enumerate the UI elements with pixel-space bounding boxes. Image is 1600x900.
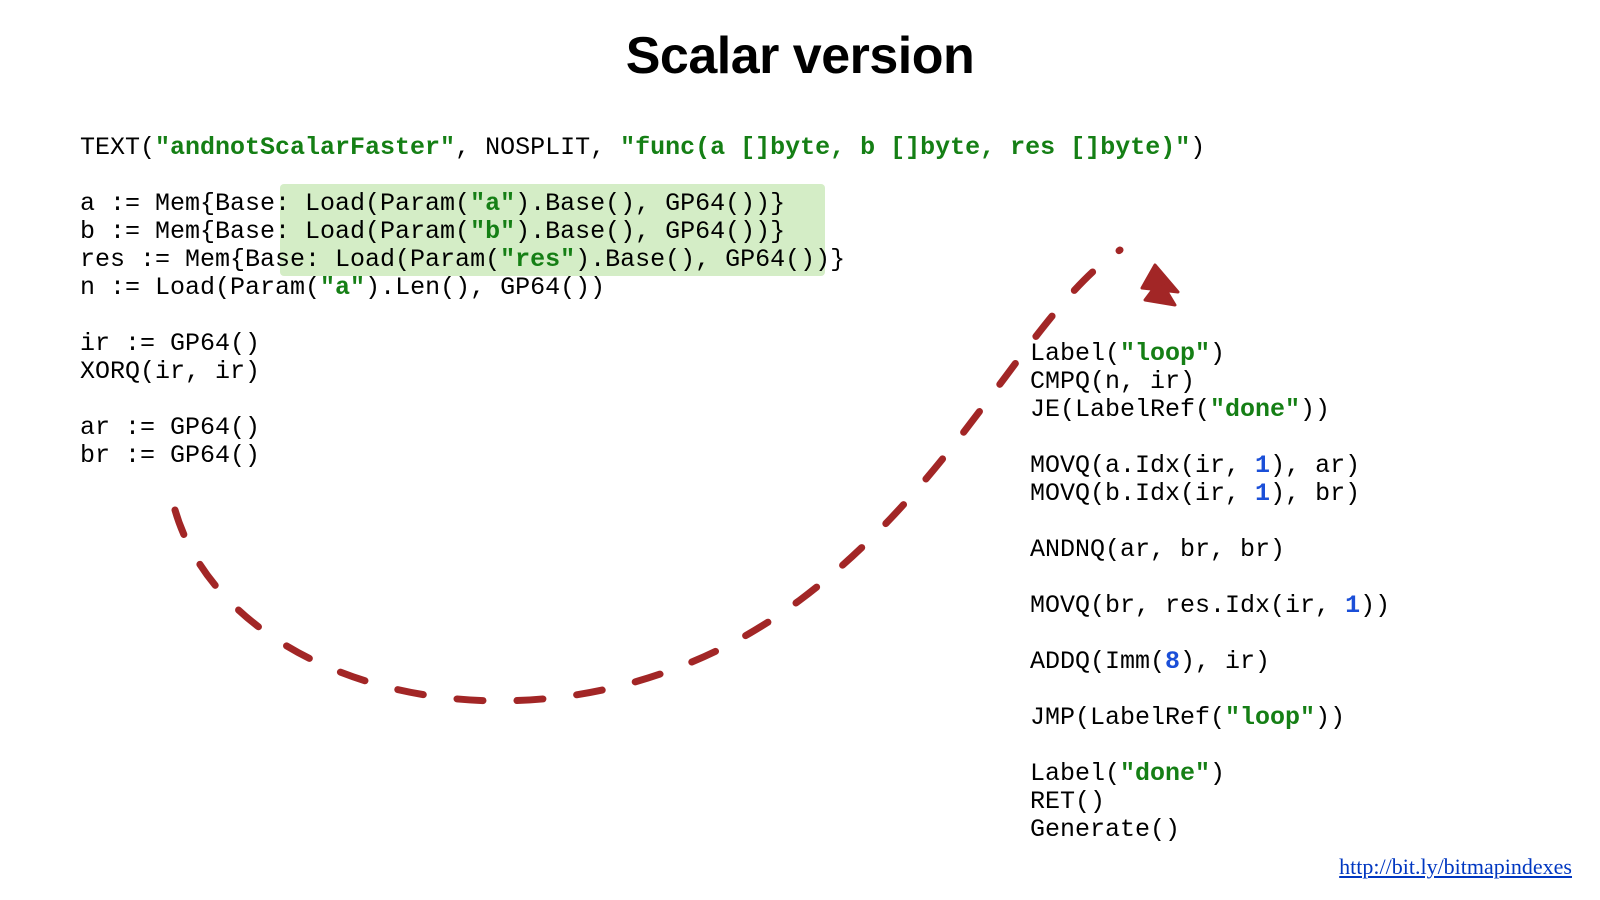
code-block-right: Label("loop") CMPQ(n, ir) JE(LabelRef("d…: [1030, 340, 1390, 844]
footer-link[interactable]: http://bit.ly/bitmapindexes: [1339, 854, 1572, 880]
slide-title: Scalar version: [0, 26, 1600, 86]
slide: Scalar version TEXT("andnotScalarFaster"…: [0, 0, 1600, 900]
